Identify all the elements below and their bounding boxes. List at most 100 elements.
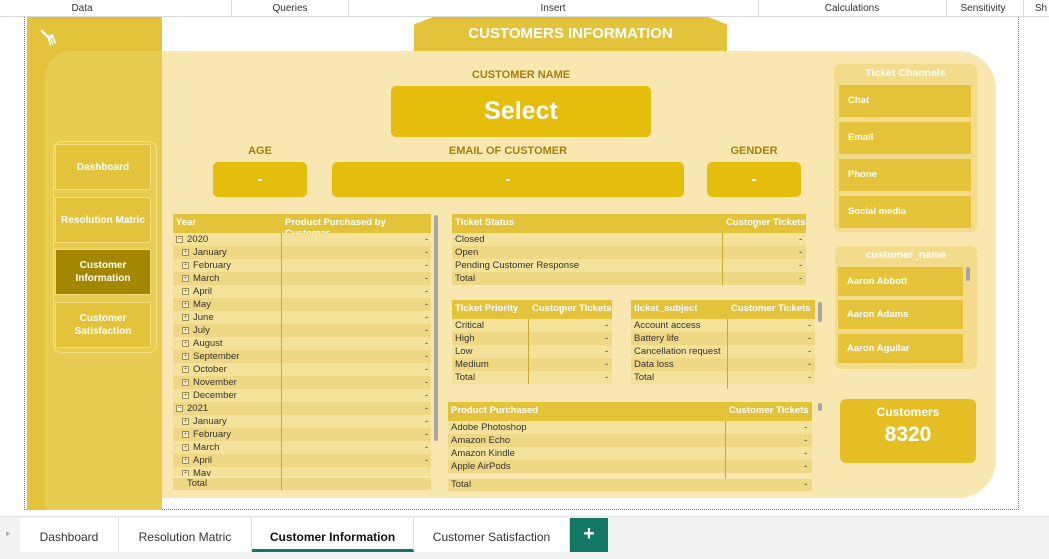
column-header-year[interactable]: Year (176, 217, 196, 228)
table-row[interactable]: Cancellation request - (631, 345, 815, 358)
expand-icon[interactable]: + (182, 275, 189, 282)
expand-icon[interactable]: + (182, 444, 189, 451)
expand-icon[interactable]: + (182, 353, 189, 360)
table-row[interactable]: Total - (452, 272, 806, 285)
table-row[interactable]: + January - (173, 415, 431, 428)
expand-icon[interactable]: + (182, 262, 189, 269)
table-row[interactable]: Low - (452, 345, 612, 358)
tab-customer-satisfaction[interactable]: Customer Satisfaction (414, 518, 570, 552)
table-row[interactable]: Total - (631, 371, 815, 384)
table-row[interactable]: −2021 - (173, 402, 431, 415)
customer-name-slicer[interactable]: Select (391, 86, 651, 137)
column-header-customer-tickets[interactable]: Customer Tickets (726, 217, 806, 228)
year-matrix-scrollbar[interactable] (434, 215, 438, 441)
customer-list-scrollbar[interactable] (966, 267, 970, 281)
nav-button-dashboard[interactable]: Dashboard (55, 144, 151, 190)
expand-icon[interactable]: + (182, 418, 189, 425)
expand-icon[interactable]: + (182, 327, 189, 334)
table-row[interactable]: + August - (173, 337, 431, 350)
channel-option-email[interactable]: Email (839, 122, 971, 154)
row-label: Adobe Photoshop (451, 422, 527, 433)
table-row[interactable]: + March - (173, 441, 431, 454)
column-header-ticket-status[interactable]: Ticket Status (455, 217, 514, 228)
expand-icon[interactable]: + (182, 288, 189, 295)
nav-button-resolution-matric[interactable]: Resolution Matric (55, 197, 151, 243)
table-row[interactable]: + February - (173, 428, 431, 441)
table-row[interactable]: Amazon Echo - (448, 434, 812, 447)
column-header-ticket-priority[interactable]: Ticket Priority (455, 303, 518, 314)
tab-scroll-left-icon[interactable]: ▸ (6, 528, 11, 539)
expand-icon[interactable]: + (182, 392, 189, 399)
table-row[interactable]: Battery life - (631, 332, 815, 345)
nav-button-customer-information[interactable]: Customer Information (55, 249, 151, 295)
column-header-customer-tickets[interactable]: Customer Tickets (731, 303, 811, 314)
column-header-product-purchased[interactable]: Product Purchased (451, 405, 538, 416)
product-table-scrollbar[interactable] (818, 403, 822, 411)
channel-option-phone[interactable]: Phone (839, 159, 971, 191)
table-row[interactable]: + May - (173, 298, 431, 311)
product-purchased-table: Product Purchased Customer Tickets Adobe… (448, 402, 812, 492)
expand-icon[interactable]: + (182, 470, 189, 476)
channel-option-social-media[interactable]: Social media (839, 196, 971, 228)
collapse-icon[interactable]: − (176, 236, 183, 243)
expand-icon[interactable]: + (182, 457, 189, 464)
table-row[interactable]: Closed - (452, 233, 806, 246)
sort-descending-icon[interactable]: ▼ (752, 224, 759, 231)
expand-icon[interactable]: + (182, 340, 189, 347)
collapse-icon[interactable]: − (176, 405, 183, 412)
table-row[interactable]: Account access - (631, 319, 815, 332)
ribbon-group-data[interactable]: Data (62, 3, 102, 14)
ticket-subject-scrollbar[interactable] (818, 302, 822, 322)
table-row[interactable]: + March - (173, 272, 431, 285)
table-row[interactable]: + October - (173, 363, 431, 376)
table-row[interactable]: + December - (173, 389, 431, 402)
tab-resolution-matric[interactable]: Resolution Matric (119, 518, 252, 552)
column-header-customer-tickets[interactable]: Customer Tickets (729, 405, 809, 416)
table-row[interactable]: Amazon Kindle - (448, 447, 812, 460)
table-row[interactable]: −2020 - (173, 233, 431, 246)
table-row[interactable]: Medium - (452, 358, 612, 371)
ribbon-group-queries[interactable]: Queries (270, 3, 310, 14)
table-row[interactable]: Total - (452, 371, 612, 384)
row-label: + February (182, 428, 231, 441)
expand-icon[interactable]: + (182, 431, 189, 438)
table-row[interactable]: + January - (173, 246, 431, 259)
customer-list-item[interactable]: Aaron Abbott (838, 267, 963, 296)
tab-customer-information[interactable]: Customer Information (252, 518, 414, 552)
expand-icon[interactable]: + (182, 301, 189, 308)
channel-option-chat[interactable]: Chat (839, 85, 971, 117)
customer-list-item[interactable]: Aaron Adams (838, 300, 963, 329)
table-row[interactable]: + February - (173, 259, 431, 272)
sort-descending-icon[interactable]: ▼ (558, 310, 565, 317)
table-row[interactable]: + April - (173, 454, 431, 467)
clear-filters-brush-icon[interactable] (39, 27, 61, 49)
table-row[interactable]: + September - (173, 350, 431, 363)
column-header-customer-tickets[interactable]: Customer Tickets (532, 303, 612, 314)
table-row[interactable]: Open - (452, 246, 806, 259)
table-row[interactable]: Adobe Photoshop - (448, 421, 812, 434)
table-row[interactable]: + July - (173, 324, 431, 337)
customer-list-item[interactable]: Aaron Aguilar (838, 334, 963, 363)
table-row[interactable]: + November - (173, 376, 431, 389)
table-row[interactable]: Apple AirPods - (448, 460, 812, 473)
table-row[interactable]: Pending Customer Response - (452, 259, 806, 272)
column-header-ticket-subject[interactable]: ticket_subject (634, 303, 697, 314)
add-page-button[interactable]: + (570, 518, 608, 552)
nav-button-customer-satisfaction[interactable]: Customer Satisfaction (55, 302, 151, 348)
table-row[interactable]: + April - (173, 285, 431, 298)
table-row[interactable]: Critical - (452, 319, 612, 332)
table-row[interactable]: High - (452, 332, 612, 345)
ribbon-group-calculations[interactable]: Calculations (820, 3, 884, 14)
tab-dashboard[interactable]: Dashboard (20, 518, 119, 552)
expand-icon[interactable]: + (182, 249, 189, 256)
row-label: + November (182, 376, 237, 389)
expand-icon[interactable]: + (182, 379, 189, 386)
ribbon-group-insert[interactable]: Insert (530, 3, 576, 14)
ribbon-group-share[interactable]: Sh (1033, 3, 1049, 14)
expand-icon[interactable]: + (182, 314, 189, 321)
expand-icon[interactable]: + (182, 366, 189, 373)
table-row[interactable]: Data loss - (631, 358, 815, 371)
table-row[interactable]: + May (173, 467, 431, 476)
table-row[interactable]: + June - (173, 311, 431, 324)
ribbon-group-sensitivity[interactable]: Sensitivity (958, 3, 1008, 14)
